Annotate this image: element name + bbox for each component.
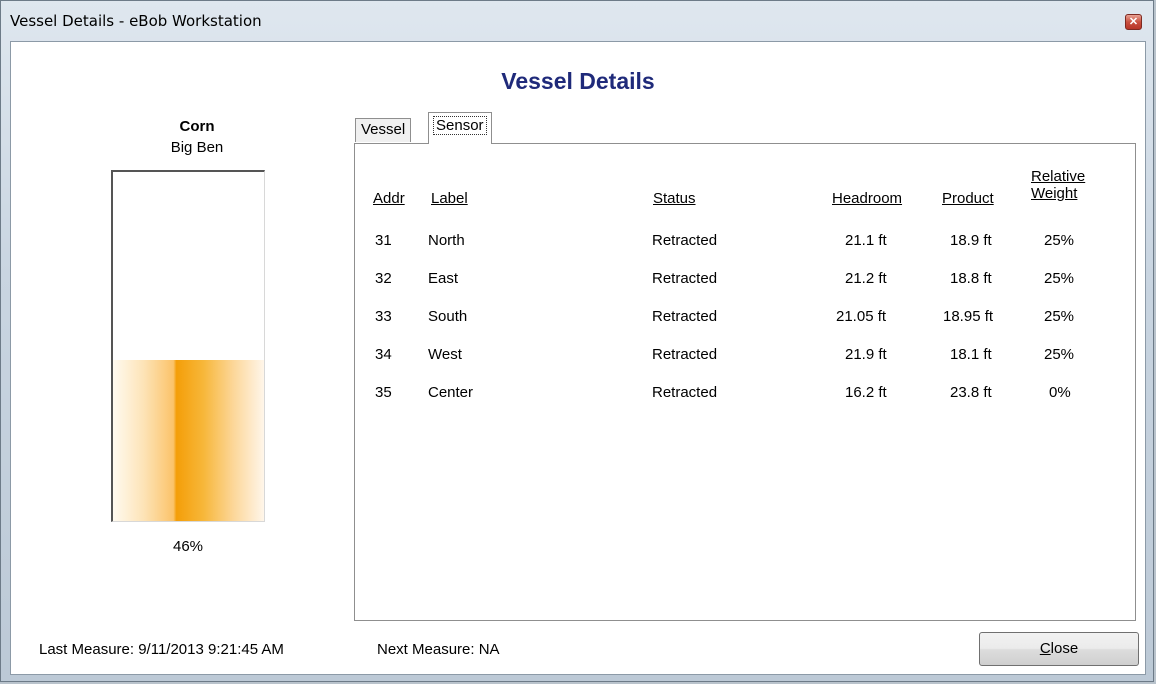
- row-product: 23.8 ft: [950, 384, 992, 401]
- row-addr: 33: [375, 308, 392, 325]
- row-status: Retracted: [652, 308, 718, 325]
- row-product: 18.1 ft: [950, 346, 992, 363]
- row-headroom: 21.2 ft: [845, 270, 887, 287]
- close-button[interactable]: Close: [979, 632, 1139, 666]
- tab-vessel[interactable]: Vessel: [355, 118, 412, 142]
- row-weight: 25%: [1044, 308, 1075, 325]
- row-status: Retracted: [652, 384, 718, 401]
- close-button-mnemonic: C: [1039, 640, 1051, 657]
- row-status: Retracted: [652, 346, 718, 363]
- row-product: 18.95 ft: [943, 308, 994, 325]
- client-area: Vessel Details Corn Big Ben 46% Vessel S…: [10, 41, 1146, 675]
- row-status: Retracted: [652, 232, 718, 249]
- row-headroom: 21.9 ft: [845, 346, 887, 363]
- vessel-product-name: Corn: [179, 118, 215, 135]
- row-headroom: 16.2 ft: [845, 384, 887, 401]
- row-weight: 0%: [1049, 384, 1071, 401]
- row-addr: 32: [375, 270, 392, 287]
- col-header-weight-line2: Weight: [1031, 185, 1078, 202]
- row-headroom: 21.1 ft: [845, 232, 887, 249]
- row-product: 18.9 ft: [950, 232, 992, 249]
- window-close-icon[interactable]: ✕: [1125, 14, 1142, 30]
- sensor-panel: Addr Label Status Headroom Product Relat…: [354, 143, 1136, 621]
- row-weight: 25%: [1044, 232, 1075, 249]
- col-header-label: Label: [431, 190, 468, 207]
- window-title: Vessel Details - eBob Workstation: [10, 12, 262, 30]
- row-label: West: [428, 346, 462, 363]
- row-addr: 34: [375, 346, 392, 363]
- row-addr: 35: [375, 384, 392, 401]
- vessel-details-window: Vessel Details - eBob Workstation ✕ Vess…: [0, 0, 1154, 682]
- col-header-headroom: Headroom: [832, 190, 903, 207]
- row-label: South: [428, 308, 468, 325]
- col-header-status: Status: [653, 190, 696, 207]
- row-label: North: [428, 232, 465, 249]
- row-weight: 25%: [1044, 270, 1075, 287]
- next-measure-text: Next Measure: NA: [377, 641, 500, 658]
- row-status: Retracted: [652, 270, 718, 287]
- vessel-name: Big Ben: [170, 139, 224, 156]
- vessel-fill-gauge: [111, 170, 265, 522]
- tab-sensor-label: Sensor: [433, 116, 487, 135]
- last-measure-text: Last Measure: 9/11/2013 9:21:45 AM: [39, 641, 284, 658]
- close-button-label: lose: [1050, 640, 1079, 657]
- row-weight: 25%: [1044, 346, 1075, 363]
- page-title: Vessel Details: [501, 68, 655, 94]
- col-header-product: Product: [942, 190, 994, 207]
- row-label: Center: [428, 384, 474, 401]
- col-header-weight-line1: Relative: [1031, 168, 1086, 185]
- vessel-fill-level: [113, 360, 264, 521]
- row-product: 18.8 ft: [950, 270, 992, 287]
- tab-sensor[interactable]: Sensor: [428, 112, 492, 144]
- row-addr: 31: [375, 232, 392, 249]
- row-headroom: 21.05 ft: [836, 308, 887, 325]
- row-label: East: [428, 270, 459, 287]
- vessel-fill-percent: 46%: [172, 538, 204, 555]
- title-bar[interactable]: Vessel Details - eBob Workstation ✕: [1, 1, 1153, 41]
- col-header-addr: Addr: [373, 190, 405, 207]
